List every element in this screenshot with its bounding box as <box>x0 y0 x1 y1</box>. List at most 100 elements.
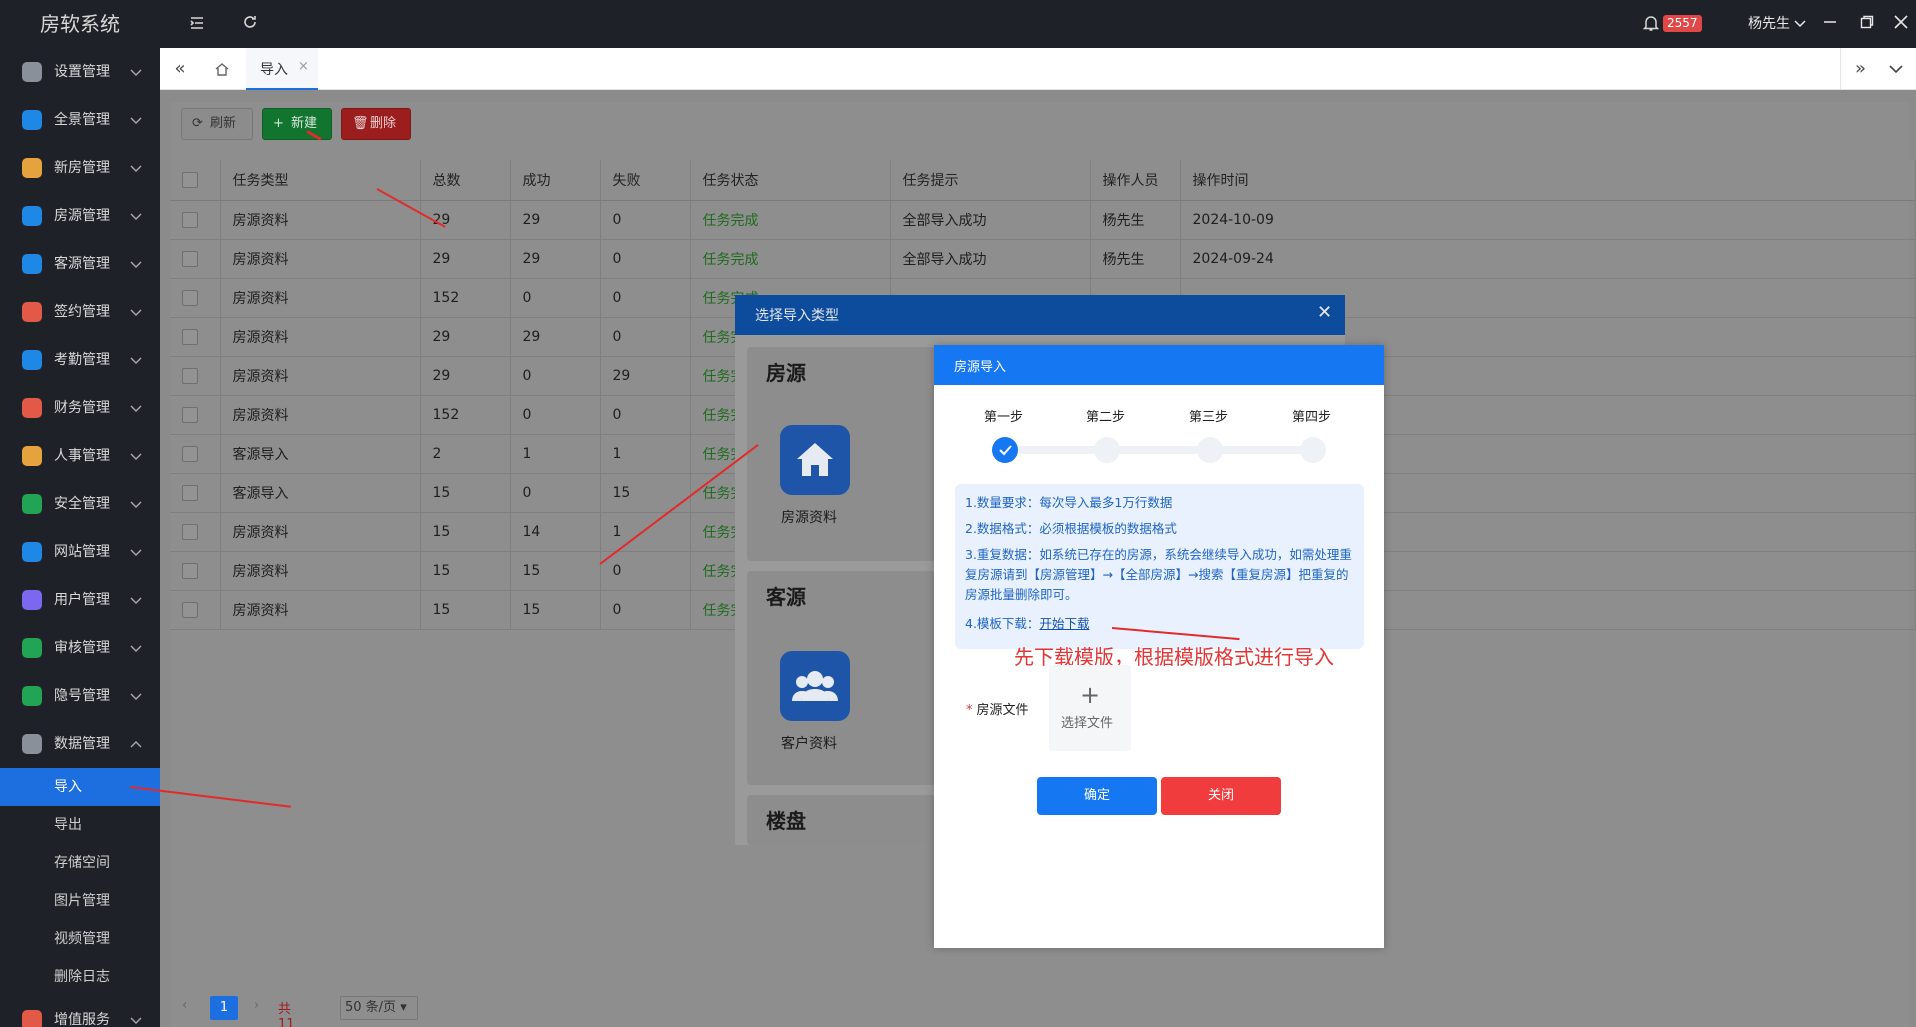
sidebar-item[interactable]: 安全管理 <box>0 480 160 528</box>
sidebar-item[interactable]: 全景管理 <box>0 96 160 144</box>
row-checkbox[interactable] <box>182 211 198 228</box>
file-field-label: * 房源文件 <box>966 699 1029 718</box>
chevron-down-icon <box>130 398 144 418</box>
delete-button[interactable]: 🗑 删除 <box>341 108 411 140</box>
row-checkbox[interactable] <box>182 250 198 267</box>
column-header: 任务状态 <box>690 160 891 201</box>
table-cell: 杨先生 <box>1090 239 1181 279</box>
table-cell: 0 <box>510 278 601 318</box>
sidebar-item[interactable]: 考勤管理 <box>0 336 160 384</box>
column-header: 总数 <box>420 160 511 201</box>
sidebar-subitem[interactable]: 导出 <box>0 806 160 844</box>
close-window-icon[interactable] <box>1891 14 1911 34</box>
confirm-button[interactable]: 确定 <box>1037 777 1157 815</box>
table-cell: 15 <box>510 551 601 591</box>
row-checkbox[interactable] <box>182 289 198 306</box>
user-menu[interactable]: 杨先生 <box>1748 14 1806 34</box>
table-cell: 1 <box>600 434 691 474</box>
tabs-dropdown-icon[interactable] <box>1876 48 1916 90</box>
section-title: 房源 <box>766 361 806 385</box>
row-checkbox[interactable] <box>182 445 198 462</box>
sidebar-item[interactable]: 数据管理 <box>0 720 160 768</box>
total-count: 共 11 条 <box>278 1002 295 1027</box>
tile-customer-data[interactable]: 客户资料 <box>781 733 837 753</box>
restore-icon[interactable] <box>1857 14 1877 34</box>
table-cell: 任务完成 <box>690 239 891 279</box>
menu-icon <box>22 350 42 370</box>
table-cell: 0 <box>510 356 601 396</box>
sidebar-item[interactable]: 隐号管理 <box>0 672 160 720</box>
table-cell: 2024-10-09 <box>1180 200 1916 240</box>
tab-import[interactable]: 导入 × <box>246 48 318 90</box>
house-icon[interactable] <box>780 425 850 495</box>
file-upload-button[interactable]: + 选择文件 <box>1049 665 1131 751</box>
step-2-dot <box>1094 437 1120 463</box>
close-button[interactable]: 关闭 <box>1161 777 1281 815</box>
menu-icon <box>22 686 42 706</box>
page-size-select[interactable]: 50 条/页 ▾ <box>340 996 418 1020</box>
table-cell: 房源资料 <box>220 356 421 396</box>
row-checkbox[interactable] <box>182 484 198 501</box>
table-cell: 0 <box>510 473 601 513</box>
checkbox[interactable] <box>182 171 198 188</box>
collapse-menu-icon[interactable] <box>187 14 207 34</box>
tile-house-data[interactable]: 房源资料 <box>781 507 837 527</box>
sidebar-item[interactable]: 用户管理 <box>0 576 160 624</box>
menu-icon <box>22 302 42 322</box>
row-checkbox[interactable] <box>182 523 198 540</box>
page-button[interactable]: 1 <box>210 996 238 1020</box>
row-checkbox[interactable] <box>182 367 198 384</box>
sidebar-item[interactable]: 客源管理 <box>0 240 160 288</box>
sidebar-subitem[interactable]: 删除日志 <box>0 958 160 996</box>
row-checkbox[interactable] <box>182 328 198 345</box>
chevron-down-icon <box>130 686 144 706</box>
select-all-checkbox[interactable] <box>170 160 221 201</box>
refresh-icon[interactable] <box>240 14 260 34</box>
menu-icon <box>22 446 42 466</box>
row-checkbox[interactable] <box>182 406 198 423</box>
start-download-link[interactable]: 开始下载 <box>1039 616 1089 631</box>
tabs-scroll-left-icon[interactable]: « <box>160 48 200 90</box>
prev-page-icon[interactable]: ‹ <box>182 998 187 1013</box>
bell-icon[interactable] <box>1642 14 1661 34</box>
refresh-button[interactable]: ⟳ 刷新 <box>181 108 253 140</box>
table-cell: 2024-09-24 <box>1180 239 1916 279</box>
table-cell: 房源资料 <box>220 278 421 318</box>
home-tab-icon[interactable] <box>202 48 242 90</box>
tabs-scroll-right-icon[interactable]: » <box>1840 48 1880 90</box>
sidebar-item[interactable]: 审核管理 <box>0 624 160 672</box>
table-cell: 152 <box>420 278 511 318</box>
table-cell: 0 <box>600 551 691 591</box>
sidebar-item[interactable]: 人事管理 <box>0 432 160 480</box>
sidebar-subitem[interactable]: 存储空间 <box>0 844 160 882</box>
sidebar-item[interactable]: 增值服务 <box>0 996 160 1027</box>
sidebar-item[interactable]: 设置管理 <box>0 48 160 96</box>
users-icon[interactable] <box>780 651 850 721</box>
new-button[interactable]: + 新建 <box>262 108 332 140</box>
dialog-header: 选择导入类型 ✕ <box>735 295 1345 335</box>
notification-badge[interactable]: 2557 <box>1663 15 1702 32</box>
close-icon[interactable]: ✕ <box>1317 302 1332 323</box>
sidebar-item[interactable]: 财务管理 <box>0 384 160 432</box>
row-checkbox[interactable] <box>182 601 198 618</box>
next-page-icon[interactable]: › <box>254 998 259 1013</box>
trash-icon: 🗑 <box>352 116 369 131</box>
table-row[interactable]: 房源资料 29 29 0 任务完成 全部导入成功 杨先生 2024-09-24 <box>170 239 1916 279</box>
sidebar-subitem[interactable]: 视频管理 <box>0 920 160 958</box>
sidebar-item[interactable]: 房源管理 <box>0 192 160 240</box>
sidebar-subitem[interactable]: 图片管理 <box>0 882 160 920</box>
tab-close-icon[interactable]: × <box>298 59 309 74</box>
sidebar-item[interactable]: 签约管理 <box>0 288 160 336</box>
chevron-down-icon <box>130 590 144 610</box>
sidebar-item[interactable]: 新房管理 <box>0 144 160 192</box>
sidebar-item-label: 全景管理 <box>54 112 110 128</box>
menu-icon <box>22 206 42 226</box>
menu-icon <box>22 62 42 82</box>
section-title: 楼盘 <box>766 809 806 833</box>
minimize-icon[interactable] <box>1820 14 1840 34</box>
table-cell: 29 <box>510 317 601 357</box>
chevron-up-icon <box>130 734 144 754</box>
table-cell: 15 <box>420 473 511 513</box>
sidebar-item[interactable]: 网站管理 <box>0 528 160 576</box>
row-checkbox[interactable] <box>182 562 198 579</box>
